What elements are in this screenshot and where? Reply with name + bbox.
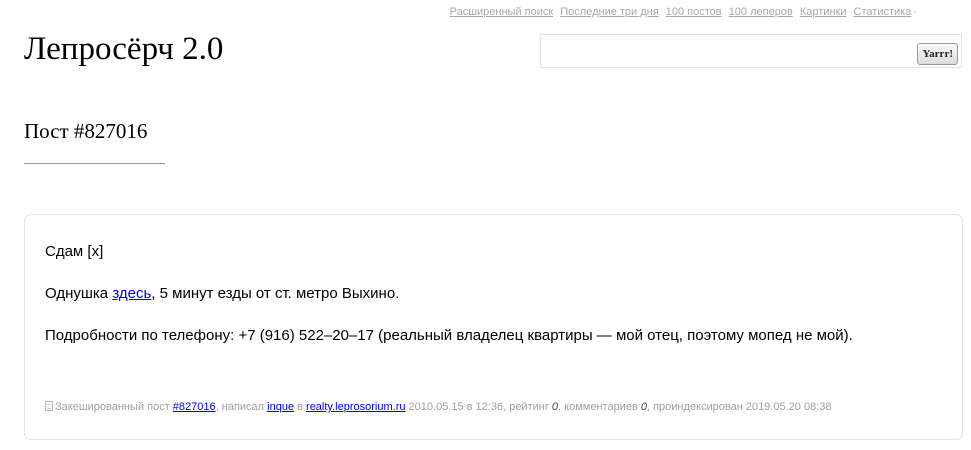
- meta-post-link[interactable]: #827016: [173, 401, 216, 413]
- nav-100-posts-link[interactable]: 100 постов: [666, 6, 722, 18]
- cached-document-icon: [45, 401, 53, 411]
- meta-site-link[interactable]: realty.leprosorium.ru: [306, 401, 405, 413]
- title-divider: [24, 163, 165, 164]
- post-line-2-before: Однушка: [45, 285, 113, 302]
- nav-statistics-link[interactable]: Статистика: [854, 6, 912, 18]
- post-line-1: Сдам [x]: [45, 243, 104, 260]
- post-line-2: Однушка здесь, 5 минут езды от ст. метро…: [45, 285, 399, 303]
- meta-author-link[interactable]: inque: [267, 401, 294, 413]
- nav-pictures-link[interactable]: Картинки: [800, 6, 847, 18]
- post-line-3: Подробности по телефону: +7 (916) 522–20…: [45, 327, 853, 344]
- nav-advanced-search-link[interactable]: Расширенный поиск: [450, 6, 554, 18]
- post-card: Сдам [x] Однушка здесь, 5 минут езды от …: [24, 214, 963, 440]
- nav-trailing-dot: ·: [913, 6, 917, 18]
- nav-100-lepers-link[interactable]: 100 леперов: [729, 6, 793, 18]
- meta-comments-label: , комментариев: [558, 401, 638, 413]
- post-line-2-after: , 5 минут езды от ст. метро Выхино.: [151, 285, 400, 302]
- meta-date: 2010.05.15 в 12:36, рейтинг: [408, 401, 549, 413]
- nav-last-three-days-link[interactable]: Последние три дня: [560, 6, 658, 18]
- search-form: Yarrr!: [540, 34, 962, 68]
- meta-indexed: , проиндексирован 2019.05.20 08:38: [646, 401, 832, 413]
- meta-author-prefix: , написал: [215, 401, 265, 413]
- site-logo[interactable]: Лепросёрч 2.0: [24, 30, 223, 68]
- meta-cached-label: Закешированный пост: [55, 401, 170, 413]
- meta-in-label: в: [297, 401, 303, 413]
- post-here-link[interactable]: здесь: [112, 285, 151, 302]
- post-meta: Закешированный пост #827016, написал inq…: [45, 401, 831, 413]
- search-submit-button[interactable]: Yarrr!: [917, 43, 958, 65]
- post-title: Пост #827016: [24, 119, 148, 143]
- search-input[interactable]: [543, 37, 922, 67]
- top-navigation: Расширенный поиск Последние три дня 100 …: [450, 6, 917, 18]
